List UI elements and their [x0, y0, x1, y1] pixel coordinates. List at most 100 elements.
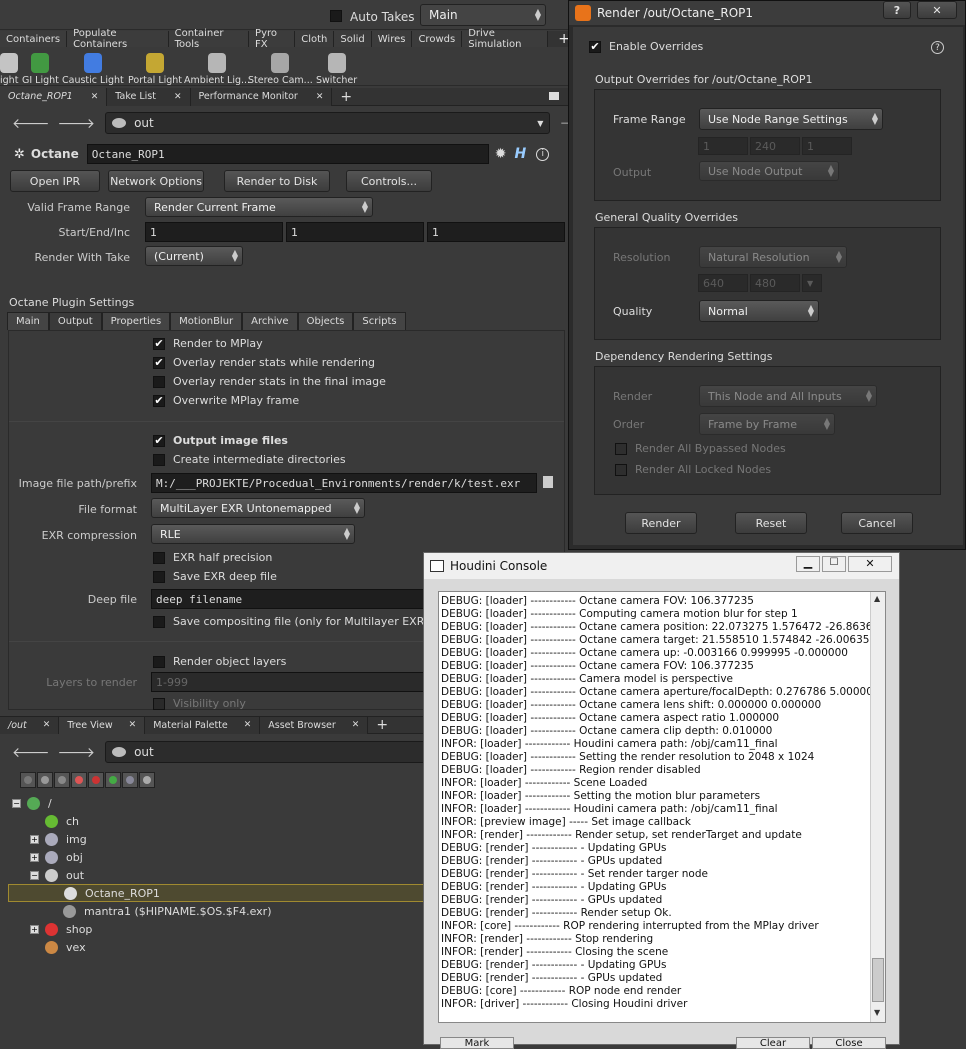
help-h-icon[interactable]: H	[514, 146, 526, 162]
param-tab-archive[interactable]: Archive	[242, 312, 298, 330]
dialog-help-button[interactable]: ?	[883, 1, 911, 19]
frame-range-select[interactable]: Use Node Range Settings ▲ ▼	[699, 108, 883, 130]
file-format-select[interactable]: MultiLayer EXR Untonemapped ▲ ▼	[151, 498, 365, 518]
maximize-icon[interactable]: ☐	[822, 556, 846, 572]
fr-end-field[interactable]: 240	[750, 137, 800, 155]
close-icon[interactable]: ✕	[174, 92, 182, 102]
pane-tab[interactable]: Take List ✕	[107, 87, 191, 106]
expand-toggle-icon[interactable]: −	[12, 798, 21, 808]
start-field[interactable]: 1	[145, 222, 283, 242]
tree-toolbar-icon[interactable]	[122, 772, 138, 788]
tree-toolbar-icon[interactable]	[71, 772, 87, 788]
close-icon[interactable]: ✕	[43, 720, 51, 730]
expand-toggle-icon[interactable]: −	[30, 870, 39, 880]
bypassed-toggle[interactable]: Render All Bypassed Nodes	[615, 442, 786, 455]
overlay-stats-toggle[interactable]: ✔ Overlay render stats while rendering	[153, 356, 375, 369]
file-chooser-icon[interactable]	[543, 476, 553, 488]
shelf-tool[interactable]: Ambient Lig...	[184, 48, 250, 86]
lower-tab[interactable]: /out ✕	[0, 716, 60, 734]
scroll-up-icon[interactable]: ▲	[874, 594, 880, 603]
param-tab-objects[interactable]: Objects	[297, 312, 354, 330]
param-tab-scripts[interactable]: Scripts	[353, 312, 406, 330]
param-tab-output[interactable]: Output	[48, 312, 102, 330]
console-scrollbar[interactable]: ▲ ▼	[870, 592, 885, 1022]
lower-tab[interactable]: Tree View ✕	[59, 716, 146, 734]
shelf-tool[interactable]: GI Light	[22, 48, 59, 86]
minimize-icon[interactable]: ▁	[796, 556, 820, 572]
expand-toggle-icon[interactable]	[30, 817, 39, 826]
scroll-thumb[interactable]	[872, 958, 884, 1002]
console-close-button[interactable]: Close	[812, 1037, 886, 1049]
shelf-tab[interactable]: Containers	[0, 31, 68, 47]
shelf-tab[interactable]: Wires	[371, 31, 413, 47]
tree-toolbar-icon[interactable]	[20, 772, 36, 788]
fr-start-field[interactable]: 1	[698, 137, 748, 155]
controls-button[interactable]: Controls...	[346, 170, 432, 192]
scroll-down-icon[interactable]: ▼	[874, 1008, 880, 1017]
overlay-final-toggle[interactable]: Overlay render stats in the final image	[153, 375, 386, 388]
shelf-tab[interactable]: Container Tools	[168, 28, 250, 50]
render-object-layers-toggle[interactable]: Render object layers	[153, 655, 286, 668]
end-field[interactable]: 1	[286, 222, 424, 242]
dialog-render-button[interactable]: Render	[625, 512, 697, 534]
desktop-select[interactable]: Main ▲ ▼	[420, 4, 546, 26]
dialog-close-button[interactable]: ✕	[917, 1, 957, 19]
lower-tab[interactable]: Asset Browser ✕	[260, 716, 369, 734]
exr-deep-toggle[interactable]: Save EXR deep file	[153, 570, 277, 583]
valid-frame-range-select[interactable]: Render Current Frame ▲ ▼	[145, 197, 373, 217]
res-width-field[interactable]: 640	[698, 274, 748, 292]
param-tab-main[interactable]: Main	[7, 312, 49, 330]
shelf-tab[interactable]: Cloth	[295, 31, 335, 47]
output-image-files-toggle[interactable]: ✔ Output image files	[153, 434, 288, 447]
shelf-tool[interactable]: ight	[0, 48, 18, 86]
shelf-tool[interactable]: Stereo Cam...	[248, 48, 313, 86]
dialog-cancel-button[interactable]: Cancel	[841, 512, 913, 534]
param-tab-motionblur[interactable]: MotionBlur	[170, 312, 243, 330]
res-height-field[interactable]: 480	[750, 274, 800, 292]
render-to-mplay-toggle[interactable]: ✔ Render to MPlay	[153, 337, 263, 350]
param-tab-properties[interactable]: Properties	[101, 312, 171, 330]
shelf-tab[interactable]: Crowds	[412, 31, 463, 47]
shelf-tab[interactable]: Solid	[334, 31, 372, 47]
shelf-tab[interactable]: Drive Simulation	[462, 28, 549, 50]
expand-toggle-icon[interactable]	[48, 907, 57, 916]
dialog-reset-button[interactable]: Reset	[735, 512, 807, 534]
tree-toolbar-icon[interactable]	[139, 772, 155, 788]
lower-tab[interactable]: Material Palette ✕	[145, 716, 261, 734]
expand-toggle-icon[interactable]	[49, 889, 58, 898]
maximize-pane-icon[interactable]	[549, 92, 559, 100]
order-select[interactable]: Frame by Frame ▲ ▼	[699, 413, 835, 435]
exr-compression-select[interactable]: RLE ▲ ▼	[151, 524, 355, 544]
render-to-disk-button[interactable]: Render to Disk	[224, 170, 330, 192]
info-icon[interactable]: i	[536, 147, 550, 161]
layers-field[interactable]: 1-999	[151, 672, 451, 692]
tree-toolbar-icon[interactable]	[105, 772, 121, 788]
console-clear-button[interactable]: Clear	[736, 1037, 810, 1049]
overwrite-mplay-toggle[interactable]: ✔ Overwrite MPlay frame	[153, 394, 299, 407]
back-arrow-icon[interactable]: 🡐	[12, 115, 50, 132]
shelf-tab[interactable]: Pyro FX	[249, 28, 296, 50]
inc-field[interactable]: 1	[427, 222, 565, 242]
node-name-field[interactable]: Octane_ROP1	[86, 144, 489, 164]
create-dirs-toggle[interactable]: Create intermediate directories	[153, 453, 346, 466]
console-log[interactable]: DEBUG: [loader] ------------ Octane came…	[438, 591, 886, 1023]
expand-toggle-icon[interactable]: +	[30, 924, 39, 934]
network-path-field[interactable]: out ▼	[105, 112, 551, 134]
help-circle-icon[interactable]: ?	[931, 41, 944, 54]
shelf-tool[interactable]: Caustic Light	[62, 48, 124, 86]
network-options-button[interactable]: Network Options	[108, 170, 204, 192]
close-icon[interactable]: ✕	[244, 720, 252, 730]
gear-icon[interactable]: ✹	[495, 146, 507, 162]
console-close-icon[interactable]: ✕	[848, 556, 892, 572]
tree-toolbar-icon[interactable]	[37, 772, 53, 788]
add-tab-icon[interactable]: +	[340, 89, 352, 105]
tree-toolbar-icon[interactable]	[54, 772, 70, 788]
quality-select[interactable]: Normal ▲ ▼	[699, 300, 819, 322]
resolution-select[interactable]: Natural Resolution ▲ ▼	[699, 246, 847, 268]
forward-arrow-icon[interactable]: 🡒	[58, 744, 96, 761]
back-arrow-icon[interactable]: 🡐	[12, 744, 50, 761]
shelf-tool[interactable]: Switcher	[316, 48, 357, 86]
close-icon[interactable]: ✕	[352, 720, 360, 730]
render-with-take-select[interactable]: (Current) ▲ ▼	[145, 246, 243, 266]
auto-takes-checkbox[interactable]	[330, 10, 342, 22]
